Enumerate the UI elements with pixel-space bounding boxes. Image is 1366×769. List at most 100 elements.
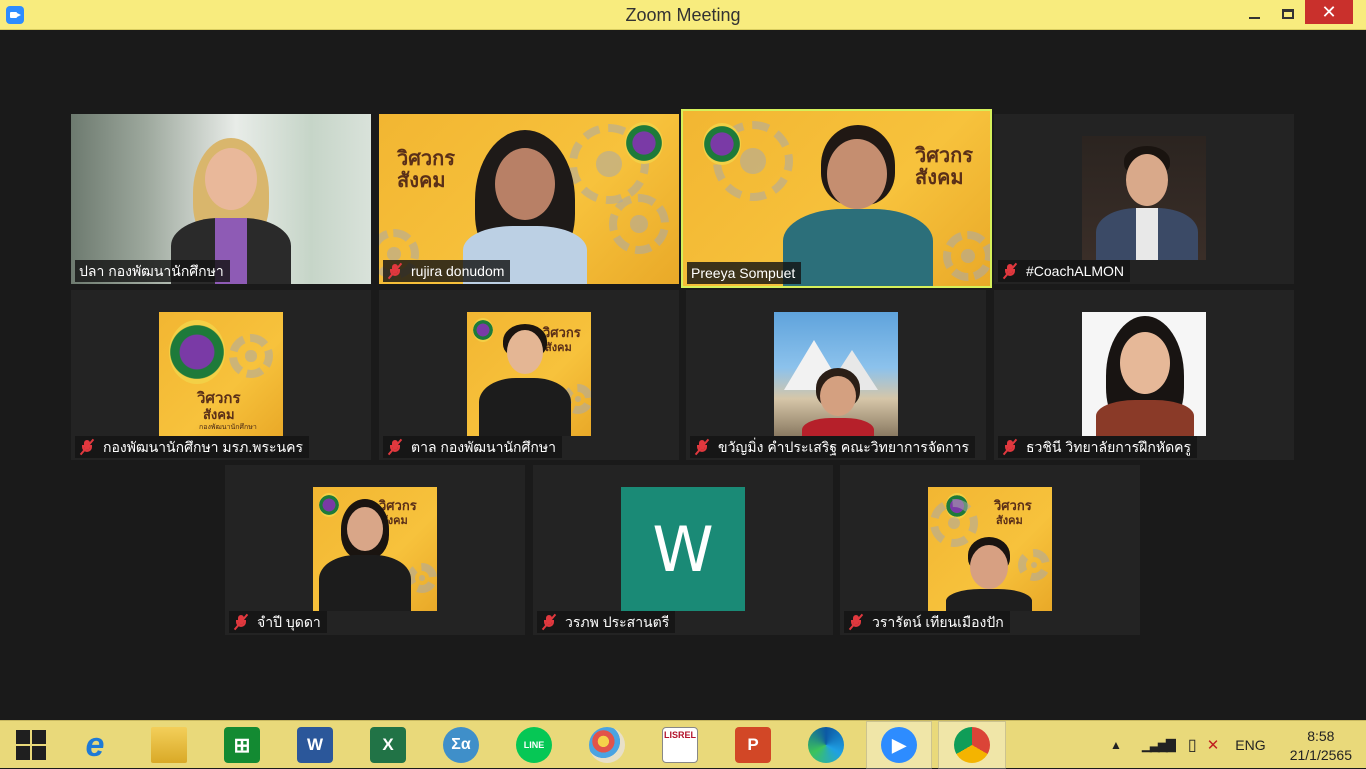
participant-name: ปลา กองพัฒนานักศึกษา <box>79 263 224 279</box>
participant-name-tag: จำปี บุดดา <box>229 611 327 633</box>
muted-microphone-icon <box>233 613 249 631</box>
show-hidden-icons-icon[interactable]: ▲ <box>1110 738 1122 752</box>
participant-name: วรภพ ประสานตรี <box>565 614 670 630</box>
participant-name-tag: ธวชินี วิทยาลัยการฝึกหัดครู <box>998 436 1198 458</box>
maximize-icon <box>1282 9 1294 19</box>
participant-avatar: วิศวกร สังคม <box>313 487 437 611</box>
taskbar-math-input[interactable]: Σα <box>432 721 490 769</box>
taskbar-excel[interactable]: X <box>359 721 417 769</box>
participant-avatar <box>1082 136 1206 260</box>
minimize-icon <box>1248 17 1260 19</box>
participant-avatar: W <box>621 487 745 611</box>
participant-video: วิศวกร สังคม <box>379 114 679 284</box>
participant-avatar <box>774 312 898 436</box>
participant-tile[interactable]: ธวชินี วิทยาลัยการฝึกหัดครู <box>994 290 1294 460</box>
participant-name-tag: ขวัญมิ่ง คำประเสริฐ คณะวิทยาการจัดการ <box>690 436 975 458</box>
poster-brand-text: สังคม <box>545 341 572 354</box>
taskbar-zoom[interactable]: ▶ <box>866 721 932 769</box>
participant-name: Preeya Sompuet <box>691 265 796 281</box>
participant-tile[interactable]: ปลา กองพัฒนานักศึกษา <box>71 114 371 284</box>
volume-muted-icon[interactable]: ✕ <box>1207 736 1220 754</box>
participant-tile[interactable]: วิศวกร สังคม จำปี บุดดา <box>225 465 525 635</box>
taskbar-internet-explorer[interactable]: e <box>66 721 124 769</box>
minimize-button[interactable] <box>1237 0 1271 28</box>
system-tray: ▲ ▁▃▅▇ ▯ ✕ ENG <box>1110 721 1266 769</box>
participant-tile[interactable]: วิศวกร สังคม วรารัตน์ เทียนเมืองปัก <box>840 465 1140 635</box>
participant-name-tag: กองพัฒนานักศึกษา มรภ.พระนคร <box>75 436 310 458</box>
participant-video: วิศวกร สังคม <box>683 111 990 286</box>
participant-name-tag: #CoachALMON <box>998 260 1131 282</box>
taskbar-store[interactable]: ⊞ <box>213 721 271 769</box>
line-icon: LINE <box>516 727 552 763</box>
participant-tile[interactable]: ขวัญมิ่ง คำประเสริฐ คณะวิทยาการจัดการ <box>686 290 986 460</box>
participant-tile[interactable]: วิศวกร สังคม rujira donudom <box>379 114 679 284</box>
participant-tile[interactable]: #CoachALMON <box>994 114 1294 284</box>
university-seal-icon <box>625 122 663 164</box>
initial-avatar-text: W <box>652 512 714 586</box>
powerpoint-icon: P <box>735 727 771 763</box>
participant-name-tag: ตาล กองพัฒนานักศึกษา <box>383 436 562 458</box>
muted-microphone-icon <box>387 262 403 280</box>
taskbar-chrome[interactable] <box>938 721 1006 769</box>
maximize-button[interactable] <box>1271 0 1305 28</box>
word-icon: W <box>297 727 333 763</box>
chrome-icon <box>954 727 990 763</box>
university-seal-icon <box>319 493 339 517</box>
taskbar-lisrel[interactable]: LISREL <box>651 721 709 769</box>
participant-tile-active-speaker[interactable]: วิศวกร สังคม Preeya Sompuet <box>681 109 992 288</box>
taskbar-line[interactable]: LINE <box>505 721 563 769</box>
gallery-view: ปลา กองพัฒนานักศึกษา วิศวกร สังคม rujira… <box>0 30 1366 720</box>
participant-tile[interactable]: วิศวกร สังคม ตาล กองพัฒนานักศึกษา <box>379 290 679 460</box>
participant-name: วรารัตน์ เทียนเมืองปัก <box>872 614 1004 630</box>
taskbar-paint[interactable] <box>578 721 636 769</box>
participant-tile[interactable]: W วรภพ ประสานตรี <box>533 465 833 635</box>
start-button[interactable] <box>2 721 60 769</box>
folder-icon <box>151 727 187 763</box>
taskbar-powerpoint[interactable]: P <box>724 721 782 769</box>
university-seal-icon <box>169 320 225 384</box>
excel-icon: X <box>370 727 406 763</box>
participant-name-tag: ปลา กองพัฒนานักศึกษา <box>75 260 230 282</box>
edge-icon <box>808 727 844 763</box>
poster-subline: กองพัฒนานักศึกษา <box>199 423 257 431</box>
taskbar-file-explorer[interactable] <box>140 721 198 769</box>
clock-date: 21/1/2565 <box>1289 747 1352 763</box>
university-seal-icon <box>473 318 493 342</box>
participant-name: ธวชินี วิทยาลัยการฝึกหัดครู <box>1026 439 1192 455</box>
muted-microphone-icon <box>1002 438 1018 456</box>
input-language-indicator[interactable]: ENG <box>1235 737 1265 753</box>
participant-avatar: วิศวกร สังคม <box>928 487 1052 611</box>
participant-avatar: วิศวกร สังคม กองพัฒนานักศึกษา <box>159 312 283 436</box>
participant-name: #CoachALMON <box>1026 263 1125 279</box>
muted-microphone-icon <box>79 438 95 456</box>
muted-microphone-icon <box>387 438 403 456</box>
participant-name: ตาล กองพัฒนานักศึกษา <box>411 439 556 455</box>
title-bar: Zoom Meeting ✕ <box>0 0 1366 30</box>
participant-avatar <box>1082 312 1206 436</box>
close-button[interactable]: ✕ <box>1305 0 1353 24</box>
battery-icon[interactable]: ▯ <box>1188 735 1197 755</box>
network-signal-icon[interactable]: ▁▃▅▇ <box>1142 737 1176 753</box>
participant-name-tag: วรภพ ประสานตรี <box>537 611 676 633</box>
muted-microphone-icon <box>1002 262 1018 280</box>
participant-avatar: วิศวกร สังคม <box>467 312 591 436</box>
participant-tile[interactable]: วิศวกร สังคม กองพัฒนานักศึกษา กองพัฒนานั… <box>71 290 371 460</box>
taskbar-edge[interactable] <box>797 721 855 769</box>
participant-video <box>71 114 371 284</box>
participant-name-tag: วรารัตน์ เทียนเมืองปัก <box>844 611 1010 633</box>
poster-brand-text: สังคม <box>996 514 1023 527</box>
muted-microphone-icon <box>541 613 557 631</box>
taskbar-word[interactable]: W <box>286 721 344 769</box>
poster-brand-text: สังคม <box>915 165 964 189</box>
palette-icon <box>589 727 625 763</box>
taskbar-clock[interactable]: 8:58 21/1/2565 <box>1290 727 1352 765</box>
muted-microphone-icon <box>694 438 710 456</box>
participant-name-tag: rujira donudom <box>383 260 511 282</box>
math-input-icon: Σα <box>443 727 479 763</box>
participant-name: กองพัฒนานักศึกษา มรภ.พระนคร <box>103 439 304 455</box>
muted-microphone-icon <box>848 613 864 631</box>
store-icon: ⊞ <box>224 727 260 763</box>
internet-explorer-icon: e <box>85 725 105 764</box>
window-title: Zoom Meeting <box>625 5 741 25</box>
poster-brand-text: สังคม <box>397 168 446 192</box>
